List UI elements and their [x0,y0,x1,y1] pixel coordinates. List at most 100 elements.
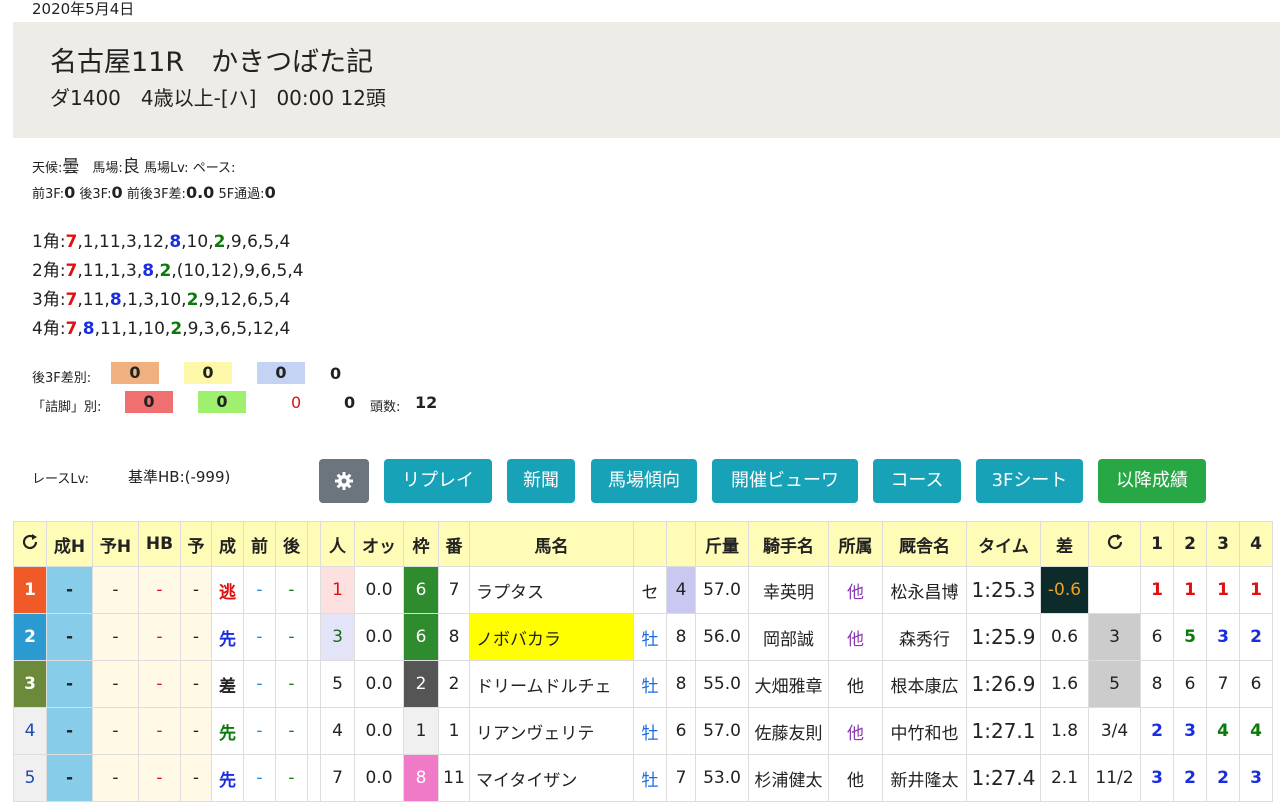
sex-cell: 牡 [633,707,667,755]
jockey-cell[interactable]: 岡部誠 [748,613,829,661]
seiH-header: 成H [46,521,93,567]
f3-front-value: 0 [64,183,76,202]
ban-cell: 7 [438,566,470,614]
ushiro-cell: - [275,660,308,708]
mae-cell: - [243,754,276,802]
horse-name-cell[interactable]: リアンヴェリテ [469,707,634,755]
horse-name-cell[interactable]: ドリームドルチェ [469,660,634,708]
seiH-cell: - [46,754,93,802]
pos1-cell: 8 [1140,660,1174,708]
trainer-cell[interactable]: 根本康広 [882,660,967,708]
jockey-cell[interactable]: 大畑雅章 [748,660,829,708]
hb-header: HB [138,521,181,567]
refresh-icon[interactable] [13,521,47,567]
pos3-cell: 7 [1206,660,1240,708]
course-button[interactable]: コース [873,459,961,503]
waku-header: 枠 [403,521,439,567]
horse-name-cell[interactable]: マイタイザン [469,754,634,802]
ushiro-cell: - [275,613,308,661]
track-trend-button[interactable]: 馬場傾向 [591,459,697,503]
waku-cell: 6 [403,613,439,661]
spacer-cell [307,613,321,661]
trainer-cell[interactable]: 新井隆太 [882,754,967,802]
odds-cell: 0.0 [354,566,404,614]
sei-cell: 逃 [211,566,244,614]
horse-name-cell[interactable]: ラプタス [469,566,634,614]
ninki-header: 人 [320,521,355,567]
corner-line: 3角:7,11,8,1,3,10,2,9,12,6,5,4 [32,286,304,315]
gear-icon [335,472,353,490]
trainer-cell[interactable]: 森秀行 [882,613,967,661]
race-title: 名古屋11R かきつばた記 [50,47,374,78]
yoH-cell: - [92,613,139,661]
table-row: 5- - - - 先 - -7 0.0 8 11 マイタイザン牡 7 53.0 杉浦健太他新井隆太 1:27… [13,754,1273,802]
results-table: 成H 予H HB 予成前後人オッ枠番馬名 斤量 騎手名 所属 厩舎名 タイム差 1 2 3 4 1---… [13,521,1273,802]
corner-order-token: 2 [213,232,226,252]
trainer-cell[interactable]: 中竹和也 [882,707,967,755]
seiH-cell: - [46,613,93,661]
corner-order-token: 2 [159,261,172,281]
sa-header: 差 [1040,521,1089,567]
trainer-cell[interactable]: 松永昌博 [882,566,967,614]
track-value: 良 [122,157,140,177]
pos2-cell: 2 [1173,754,1207,802]
pos4-cell: 2 [1239,613,1273,661]
time-cell: 1:25.9 [966,613,1041,661]
kinryo-cell: 56.0 [695,613,749,661]
age-cell: 4 [666,566,696,614]
kinryo-cell: 57.0 [695,707,749,755]
ban-cell: 8 [438,613,470,661]
sei-header: 成 [211,521,244,567]
spacer-cell [307,566,321,614]
mae-header: 前 [243,521,276,567]
corner-order-token: ,11,1,3, [77,261,143,281]
waku-cell: 2 [403,660,439,708]
sex-cell: セ [633,566,667,614]
rank-cell: 4 [13,707,47,755]
seiH-cell: - [46,660,93,708]
corner-order-token: 8 [109,290,122,310]
sex-cell: 牡 [633,613,667,661]
weather-value: 曇 [62,157,80,177]
tsume-box-2: 0 [198,391,246,413]
ushiro-cell: - [275,566,308,614]
jockey-cell[interactable]: 杉浦健太 [748,754,829,802]
race-subtitle: ダ1400 4歳以上-[ハ] 00:00 12頭 [50,86,386,110]
hb-cell: - [138,660,181,708]
base-hb: 基準HB:(-999) [128,468,231,486]
refresh-icon-2[interactable] [1088,521,1141,567]
replay-button[interactable]: リプレイ [384,459,492,503]
f3-diff-label: 前後3F差: [126,187,186,202]
ninki-cell: 5 [320,660,355,708]
horse-name-header: 馬名 [469,521,634,567]
f3-diff-value: 0.0 [185,183,215,202]
corner-line: 1角:7,1,11,3,12,8,10,2,9,6,5,4 [32,228,304,257]
newspaper-button[interactable]: 新聞 [507,459,575,503]
f3-back-value: 0 [111,183,123,202]
ban-cell: 11 [438,754,470,802]
pos3-cell: 2 [1206,754,1240,802]
tsume-label: 「詰脚」別: [32,400,102,415]
margin-cell: 11/2 [1088,754,1141,802]
pos1-cell: 6 [1140,613,1174,661]
corner-order-token: 2 [186,290,199,310]
jockey-cell[interactable]: 幸英明 [748,566,829,614]
yo-cell: - [180,660,212,708]
conditions-line-2: 前3F:0 後3F:0 前後3F差:0.0 5F通過:0 [32,183,276,202]
pos1-cell: 3 [1140,754,1174,802]
horse-name-cell[interactable]: ノボバカラ [469,613,634,661]
ban-cell: 2 [438,660,470,708]
settings-button[interactable] [319,459,369,503]
sa-cell: -0.6 [1040,566,1089,614]
meeting-viewer-button[interactable]: 開催ビューワ [712,459,858,503]
jockey-cell[interactable]: 佐藤友則 [748,707,829,755]
3f-sheet-button[interactable]: 3Fシート [976,459,1083,503]
track-label: 馬場: [92,161,123,176]
later-results-button[interactable]: 以降成績 [1098,459,1206,503]
corner-order-token: 8 [142,261,155,281]
spacer-cell [307,754,321,802]
kinryo-cell: 57.0 [695,566,749,614]
pace-label: ペース: [192,161,236,176]
margin-cell: 5 [1088,660,1141,708]
shozoku-cell: 他 [828,707,883,755]
